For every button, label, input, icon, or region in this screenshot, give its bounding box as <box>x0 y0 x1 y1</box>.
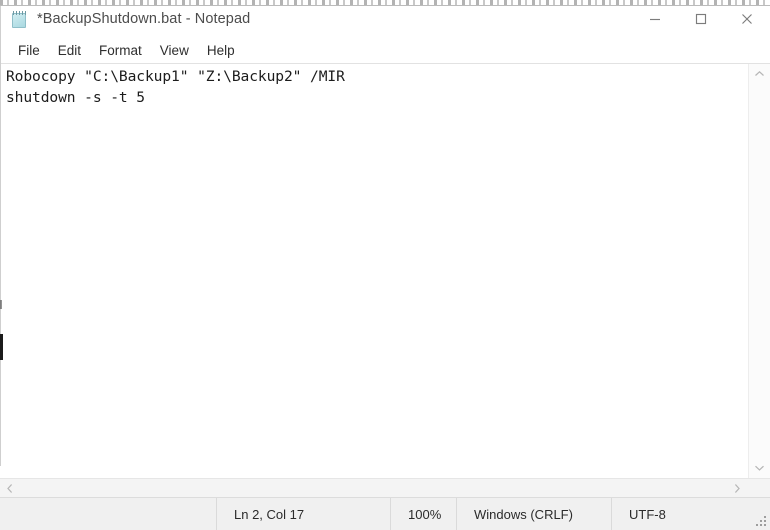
notepad-icon <box>11 11 28 29</box>
status-zoom-level[interactable]: 100% <box>390 498 456 530</box>
close-icon <box>742 14 752 24</box>
status-cursor-position: Ln 2, Col 17 <box>216 498 390 530</box>
close-button[interactable] <box>724 0 770 38</box>
chevron-right-icon <box>734 483 740 493</box>
status-encoding: UTF-8 <box>611 498 770 530</box>
horizontal-scroll-track[interactable] <box>20 479 727 498</box>
text-editor[interactable]: Robocopy "C:\Backup1" "Z:\Backup2" /MIR … <box>0 64 748 478</box>
menu-bar: File Edit Format View Help <box>0 38 770 63</box>
editor-line-2: shutdown -s -t 5 <box>6 89 145 106</box>
window-title: *BackupShutdown.bat - Notepad <box>37 11 251 27</box>
horizontal-scrollbar[interactable] <box>0 478 770 497</box>
maximize-button[interactable] <box>678 0 724 38</box>
vertical-scroll-track[interactable] <box>749 84 770 458</box>
scroll-down-button[interactable] <box>749 458 770 478</box>
editor-region: Robocopy "C:\Backup1" "Z:\Backup2" /MIR … <box>0 63 770 497</box>
vertical-scrollbar[interactable] <box>748 64 770 478</box>
editor-line-1: Robocopy "C:\Backup1" "Z:\Backup2" /MIR <box>6 68 345 85</box>
window-controls <box>632 0 770 38</box>
status-blank-cell <box>0 498 216 530</box>
menu-item-view[interactable]: View <box>151 41 198 61</box>
scroll-left-button[interactable] <box>0 479 20 498</box>
menu-item-help[interactable]: Help <box>198 41 244 61</box>
menu-item-format[interactable]: Format <box>90 41 151 61</box>
resize-grip-icon[interactable] <box>754 514 766 526</box>
menu-item-edit[interactable]: Edit <box>49 41 90 61</box>
minimize-icon <box>650 18 660 21</box>
notepad-window: *BackupShutdown.bat - Notepad File Edit … <box>0 0 770 530</box>
minimize-button[interactable] <box>632 0 678 38</box>
title-bar: *BackupShutdown.bat - Notepad <box>0 0 770 38</box>
chevron-down-icon <box>755 465 764 471</box>
menu-item-file[interactable]: File <box>9 41 49 61</box>
scroll-up-button[interactable] <box>749 64 770 84</box>
status-line-ending: Windows (CRLF) <box>456 498 611 530</box>
maximize-icon <box>695 13 707 25</box>
scroll-right-button[interactable] <box>727 479 747 498</box>
chevron-up-icon <box>755 70 764 76</box>
chevron-left-icon <box>7 483 13 493</box>
status-bar: Ln 2, Col 17 100% Windows (CRLF) UTF-8 <box>0 497 770 530</box>
